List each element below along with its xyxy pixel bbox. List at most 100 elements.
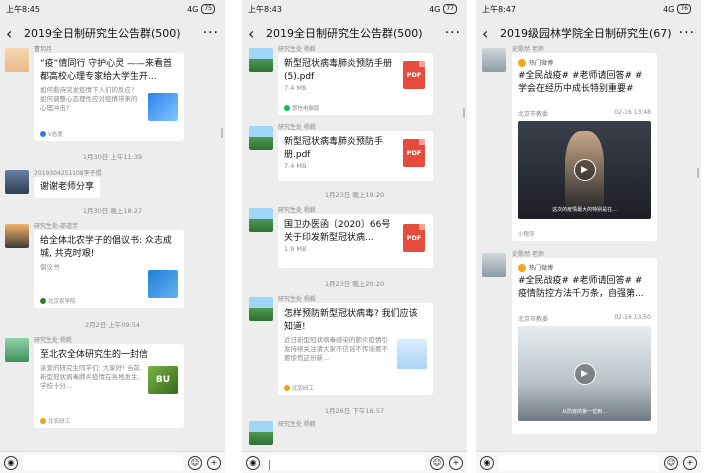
network-indicator: 4G	[187, 4, 199, 14]
emoji-icon[interactable]: ☺	[430, 455, 444, 470]
video-thumbnail[interactable]: ▶ 从防疫的第一位到...	[518, 326, 651, 421]
back-chevron-icon[interactable]: ‹	[482, 24, 496, 43]
back-chevron-icon[interactable]: ‹	[6, 24, 20, 43]
file-card[interactable]: 国卫办医函〔2020〕66号关于印发新型冠状病... 1.9 MB PDF	[278, 214, 433, 268]
emoji-icon[interactable]: ☺	[188, 455, 202, 470]
article-desc: 亲爱的研究生同学们: 大家好! 当前, 新型冠状病毒肺炎疫情在各地发生, 学校十…	[40, 364, 142, 390]
sender-name: 研究生处 杨毅	[34, 337, 72, 344]
article-card[interactable]: 至北农全体研究生的一封信 亲爱的研究生同学们: 大家好! 当前, 新型冠状病毒肺…	[34, 344, 184, 428]
chat-title: 2019级园林学院全日制研究生(67)	[500, 27, 672, 40]
status-bar: 上午8:43 4G 77	[242, 0, 467, 18]
voice-icon[interactable]: ◉	[4, 455, 18, 470]
avatar[interactable]	[5, 224, 29, 248]
status-time: 上午8:43	[248, 4, 282, 14]
message-input[interactable]	[499, 454, 659, 471]
sender-name: 曹玥月	[34, 46, 53, 53]
avatar[interactable]	[5, 48, 29, 72]
pdf-icon: PDF	[403, 61, 425, 89]
avatar[interactable]	[249, 126, 273, 150]
avatar[interactable]	[5, 338, 29, 362]
source-icon	[40, 418, 46, 424]
weibo-card[interactable]: 热门微博 #全民战疫# #老师请回答# #疫情防控方法千万条，自强第... 北京…	[512, 258, 657, 434]
weibo-text: #全民战疫# #老师请回答# #学会在经历中成长特别重要#	[518, 71, 643, 94]
play-icon[interactable]: ▶	[573, 362, 596, 385]
article-thumbnail	[397, 339, 427, 369]
sender-name: 研究生处-邵道芳	[34, 223, 79, 230]
timestamp: 1月30日 上午11:39	[82, 153, 143, 161]
status-time: 上午8:47	[482, 4, 516, 14]
sender-name: 研究生处 杨毅	[278, 46, 316, 53]
timestamp: 1月23日 晚上20:20	[324, 280, 385, 288]
sender-name: 史歌然 老师	[512, 46, 544, 53]
avatar[interactable]	[249, 48, 273, 72]
video-thumbnail[interactable]: ▶ 这次的疫情最大的特别是在...	[518, 121, 651, 219]
article-thumbnail: BU	[148, 366, 178, 394]
play-icon[interactable]: ▶	[573, 159, 596, 181]
sender-name: 研究生处 杨毅	[278, 124, 316, 131]
article-thumbnail	[148, 93, 178, 121]
avatar[interactable]	[249, 421, 273, 445]
sender-name: 史歌然 老师	[512, 251, 544, 258]
plus-icon[interactable]: +	[449, 455, 463, 470]
chat-screen-1: 上午8:45 4G 75 ‹ 2019全日制研究生公告群(500) ··· 曹玥月…	[0, 0, 225, 473]
pdf-icon: PDF	[403, 139, 425, 167]
more-dots-icon[interactable]: ···	[679, 25, 695, 41]
weibo-card[interactable]: 热门微博 #全民战疫# #老师请回答# #学会在经历中成长特别重要# 北京市教委…	[512, 53, 657, 241]
voice-icon[interactable]: ◉	[480, 455, 494, 470]
avatar[interactable]	[5, 170, 29, 194]
scrollbar[interactable]	[697, 168, 699, 178]
file-card[interactable]: 新型冠状病毒肺炎预防手册.pdf 7.4 MB PDF	[278, 131, 433, 181]
article-title: 怎样预防新型冠状病毒? 我们应该知道!	[284, 309, 418, 332]
message-list[interactable]: 曹玥月 “疫”情同行 守护心灵 ——来看首都高校心理专家给大学生开... 如何看…	[0, 46, 225, 428]
avatar[interactable]	[249, 297, 273, 321]
voice-icon[interactable]: ◉	[246, 455, 260, 470]
weibo-header: 热门微博	[518, 58, 651, 67]
article-card[interactable]: 给全体北农学子的倡议书: 众志成城, 共克时艰! 倡议书 北京农学院	[34, 230, 184, 308]
status-time: 上午8:45	[6, 4, 40, 14]
input-bar: ◉ ☺ +	[476, 451, 701, 473]
scrollbar[interactable]	[463, 108, 465, 118]
more-dots-icon[interactable]: ···	[203, 25, 219, 41]
status-bar: 上午8:45 4G 75	[0, 0, 225, 18]
article-source: 北农研工	[284, 384, 314, 392]
chat-screen-3: 上午8:47 4G 76 ‹ 2019级园林学院全日制研究生(67) ··· 史歌…	[476, 0, 701, 473]
more-dots-icon[interactable]: ···	[445, 25, 461, 41]
battery-icon: 76	[677, 4, 691, 14]
network-indicator: 4G	[429, 4, 441, 14]
chat-title: 2019全日制研究生公告群(500)	[24, 27, 181, 40]
article-card[interactable]: “疫”情同行 守护心灵 ——来看首都高校心理专家给大学生开... 如何看待突发疫…	[34, 53, 184, 141]
chat-title: 2019全日制研究生公告群(500)	[266, 27, 423, 40]
message-input[interactable]	[23, 454, 183, 471]
weibo-account: 北京市教委	[518, 316, 549, 323]
file-name: 国卫办医函〔2020〕66号关于印发新型冠状病...	[284, 220, 391, 243]
source-icon	[40, 298, 46, 304]
pdf-icon: PDF	[403, 224, 425, 252]
article-title: 至北农全体研究生的一封信	[40, 350, 149, 360]
avatar[interactable]	[249, 208, 273, 232]
avatar[interactable]	[482, 253, 506, 277]
scrollbar[interactable]	[221, 128, 223, 138]
sender-name: 2019304251108李子煜	[34, 170, 102, 177]
input-bar: ◉ ☺ +	[242, 451, 467, 473]
article-source: 北京农学院	[40, 297, 76, 305]
text-message[interactable]: 谢谢老师分享	[34, 177, 101, 198]
sender-name: 研究生处 杨毅	[278, 296, 316, 303]
article-source: 北农研工	[40, 417, 70, 425]
text-cursor	[269, 459, 270, 470]
article-source: V态度	[40, 130, 63, 138]
message-list[interactable]: 研究生处 杨毅 新型冠状病毒肺炎预防手册(5).pdf 7.4 MB PDF 慧…	[242, 46, 467, 445]
plus-icon[interactable]: +	[207, 455, 221, 470]
file-card[interactable]: 新型冠状病毒肺炎预防手册(5).pdf 7.4 MB PDF 慧信电脑版	[278, 53, 433, 115]
sender-name: 研究生处 杨毅	[278, 421, 316, 428]
video-caption: 从防疫的第一位到...	[562, 409, 607, 415]
status-bar: 上午8:47 4G 76	[476, 0, 701, 18]
avatar[interactable]	[482, 48, 506, 72]
article-card[interactable]: 怎样预防新型冠状病毒? 我们应该知道! 近日新型冠状病毒感染的肺炎疫情引发持续关…	[278, 303, 433, 395]
message-list[interactable]: 史歌然 老师 热门微博 #全民战疫# #老师请回答# #学会在经历中成长特别重要…	[476, 46, 701, 434]
back-chevron-icon[interactable]: ‹	[248, 24, 262, 43]
weibo-text: #全民战疫# #老师请回答# #疫情防控方法千万条，自强第...	[518, 276, 644, 299]
message-input[interactable]	[265, 454, 425, 471]
emoji-icon[interactable]: ☺	[664, 455, 678, 470]
network-indicator: 4G	[663, 4, 675, 14]
plus-icon[interactable]: +	[683, 455, 697, 470]
